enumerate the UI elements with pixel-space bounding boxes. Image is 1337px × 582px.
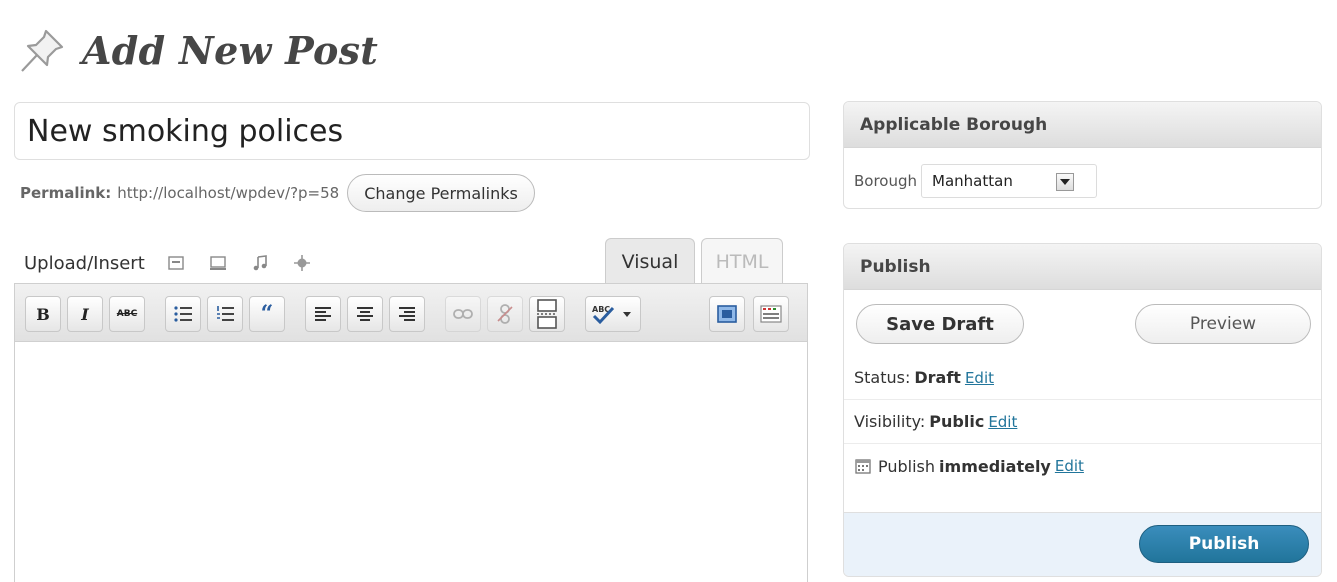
align-center-icon <box>357 307 373 321</box>
upload-insert-row: Upload/Insert <box>24 248 335 278</box>
video-icon[interactable] <box>209 254 227 272</box>
page-title: Add New Post <box>82 27 379 73</box>
editor-toolbar: B I ABC “ ABC <box>15 284 807 342</box>
schedule-row: Publish immediately Edit <box>844 444 1321 488</box>
save-draft-button[interactable]: Save Draft <box>856 304 1024 344</box>
fullscreen-button[interactable] <box>709 296 745 332</box>
align-left-button[interactable] <box>305 296 341 332</box>
upload-insert-label: Upload/Insert <box>24 252 145 274</box>
permalink-url[interactable]: http://localhost/wpdev/?p=58 <box>117 184 339 202</box>
audio-icon[interactable] <box>251 254 269 272</box>
bold-label: B <box>36 304 50 324</box>
spellcheck-button[interactable]: ABC <box>585 296 641 332</box>
borough-row: Borough Manhattan <box>844 148 1321 198</box>
strikethrough-button[interactable]: ABC <box>109 296 145 332</box>
borough-select[interactable]: Manhattan <box>921 164 1098 198</box>
media-icon[interactable] <box>293 254 311 272</box>
pin-icon <box>21 29 64 72</box>
preview-button[interactable]: Preview <box>1135 304 1311 344</box>
change-permalinks-button[interactable]: Change Permalinks <box>347 174 535 212</box>
unlink-button[interactable] <box>487 296 523 332</box>
status-row: Status: Draft Edit <box>844 356 1321 400</box>
visibility-value: Public <box>929 412 985 431</box>
unlink-icon <box>497 304 513 324</box>
kitchen-sink-button[interactable] <box>753 296 789 332</box>
italic-button[interactable]: I <box>67 296 103 332</box>
numbered-list-button[interactable] <box>207 296 243 332</box>
more-tag-icon <box>537 299 557 329</box>
insert-more-button[interactable] <box>529 296 565 332</box>
kitchen-sink-icon <box>760 305 782 323</box>
align-center-button[interactable] <box>347 296 383 332</box>
align-right-icon <box>399 307 415 321</box>
permalink-label: Permalink: <box>20 184 112 202</box>
applicable-borough-header: Applicable Borough <box>844 102 1321 148</box>
image-icon[interactable] <box>167 254 185 272</box>
fullscreen-icon <box>717 305 737 323</box>
publish-footer: Publish <box>844 512 1321 576</box>
post-editor: B I ABC “ ABC <box>14 283 808 582</box>
chevron-down-icon[interactable] <box>1056 173 1075 191</box>
publish-header: Publish <box>844 244 1321 290</box>
spellcheck-icon: ABC <box>592 305 631 325</box>
publish-box: Publish Save Draft Preview Status: Draft… <box>843 243 1322 577</box>
bullet-list-button[interactable] <box>165 296 201 332</box>
editor-content-area[interactable] <box>15 342 807 582</box>
align-right-button[interactable] <box>389 296 425 332</box>
borough-selected-value: Manhattan <box>932 172 1013 190</box>
tab-html[interactable]: HTML <box>701 238 783 284</box>
align-left-icon <box>315 307 331 321</box>
status-edit-link[interactable]: Edit <box>965 369 994 387</box>
post-title-input[interactable] <box>14 102 810 160</box>
insert-link-button[interactable] <box>445 296 481 332</box>
numbered-list-icon <box>217 306 234 321</box>
schedule-value: immediately <box>939 456 1051 476</box>
visibility-label: Visibility: <box>854 412 926 431</box>
link-icon <box>453 309 473 319</box>
borough-label: Borough <box>854 172 918 190</box>
blockquote-button[interactable]: “ <box>249 296 285 332</box>
visibility-row: Visibility: Public Edit <box>844 400 1321 444</box>
bullet-list-icon <box>174 306 192 322</box>
italic-label: I <box>81 304 89 324</box>
permalink-row: Permalink: http://localhost/wpdev/?p=58 … <box>20 173 535 213</box>
calendar-icon <box>855 459 871 474</box>
strikethrough-label: ABC <box>116 309 138 319</box>
status-label: Status: <box>854 368 911 387</box>
schedule-edit-link[interactable]: Edit <box>1055 457 1084 475</box>
bold-button[interactable]: B <box>25 296 61 332</box>
visibility-edit-link[interactable]: Edit <box>988 413 1017 431</box>
applicable-borough-box: Applicable Borough Borough Manhattan <box>843 101 1322 209</box>
schedule-label: Publish <box>878 456 936 476</box>
publish-actions: Save Draft Preview <box>844 290 1321 356</box>
publish-button[interactable]: Publish <box>1139 525 1309 563</box>
blockquote-label: “ <box>260 301 274 327</box>
status-value: Draft <box>914 368 961 387</box>
tab-visual[interactable]: Visual <box>605 238 695 284</box>
page-heading: Add New Post <box>16 22 378 78</box>
